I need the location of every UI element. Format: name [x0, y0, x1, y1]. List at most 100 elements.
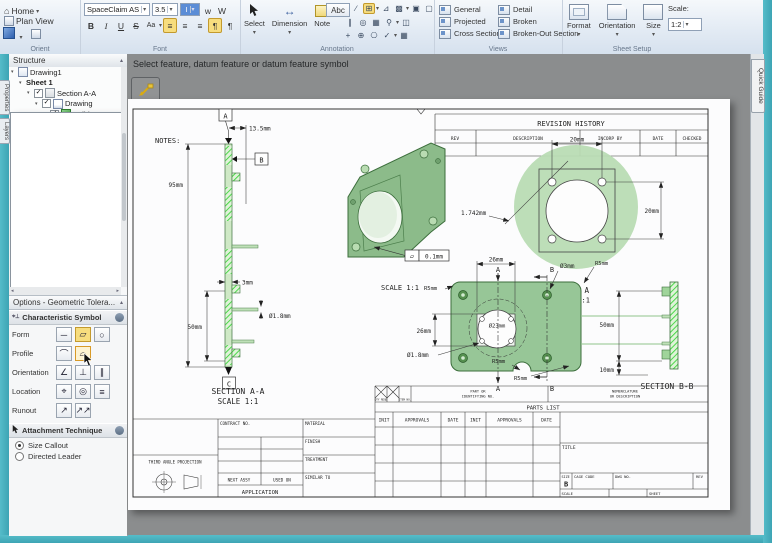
view-button-general[interactable]: General [439, 4, 501, 15]
parallelism-button[interactable]: ∥ [94, 365, 110, 380]
position-button[interactable]: ⌖ [56, 384, 72, 399]
tree-item-sheet-1[interactable]: ▾Sheet 1 [9, 78, 121, 89]
pin-icon[interactable]: ▴ [120, 299, 123, 306]
dimension-button[interactable]: ↔ Dimension▾ [270, 2, 309, 37]
chevron-down-icon[interactable]: ▾ [396, 19, 399, 26]
italic-button[interactable]: I [99, 18, 113, 33]
font-size-select[interactable]: 3.5▾ [152, 3, 178, 16]
tree-item-drawing[interactable]: ▾✓Drawing [9, 99, 121, 110]
drawing-sheet[interactable]: REVISION HISTORY REV DESCRIPTION INCORP … [128, 99, 730, 510]
view-button-cross-section[interactable]: Cross Section [439, 28, 501, 39]
dim-13-5: 13.5mm [249, 126, 271, 133]
tab-quick-guide[interactable]: Quick Guide [751, 59, 765, 113]
spin-view-icon[interactable] [31, 29, 41, 39]
uppercase-w-button[interactable]: W [216, 3, 228, 18]
chevron-down-icon[interactable]: ▾ [141, 6, 146, 13]
paragraph-direction-button[interactable]: ¶ [223, 18, 237, 33]
group-label-sheet-setup: Sheet Setup [562, 46, 702, 53]
bold-button[interactable]: B [84, 18, 98, 33]
underline-button[interactable]: U [114, 18, 128, 33]
circular-runout-button[interactable]: ↗ [56, 403, 72, 418]
expander-icon[interactable]: ▾ [19, 80, 26, 86]
strikethrough-button[interactable]: S [129, 18, 143, 33]
perpendicularity-button[interactable]: ⊥ [75, 365, 91, 380]
expander-icon[interactable]: ▾ [27, 90, 34, 96]
magnifier-icon[interactable]: ⚲ [383, 17, 395, 28]
help-icon[interactable] [115, 313, 124, 322]
chevron-down-icon[interactable]: ▾ [19, 35, 22, 41]
help-icon[interactable] [115, 426, 124, 435]
center-mark-icon[interactable]: ⊕ [355, 30, 367, 41]
visibility-checkbox[interactable]: ✓ [42, 99, 51, 108]
expander-icon[interactable]: ▾ [35, 101, 42, 107]
profile-of-line-button[interactable]: ⌒ [56, 346, 72, 361]
chevron-down-icon[interactable]: ▾ [683, 21, 688, 28]
radio-size-callout[interactable]: Size Callout [9, 440, 127, 451]
chevron-down-icon[interactable]: ▾ [167, 6, 172, 13]
grid-icon[interactable]: ▦ [398, 30, 410, 41]
nav-cube-icon[interactable] [3, 27, 15, 39]
datum-target-icon[interactable]: ◎ [357, 17, 369, 28]
straightness-button[interactable]: ─ [56, 327, 72, 342]
svg-text:NEXT ASSY: NEXT ASSY [228, 478, 251, 483]
geometric-tolerance-icon[interactable]: ⊞ [363, 3, 375, 14]
leader-icon[interactable]: ∕ [350, 3, 362, 14]
concentricity-button[interactable]: ◎ [75, 384, 91, 399]
dim-d3: Ø3mm [560, 263, 575, 270]
tab-layers[interactable]: Layers [0, 118, 10, 144]
plan-view-button[interactable]: Plan View [3, 16, 55, 26]
cut-a-top: A [496, 266, 501, 274]
tab-properties[interactable]: Properties [0, 80, 10, 115]
abc-note-button[interactable]: Abc [326, 3, 350, 17]
viewport-icon[interactable]: ◫ [400, 17, 412, 28]
window-edge-bottom [0, 535, 763, 543]
polygon-icon[interactable]: ⎔ [368, 30, 380, 41]
align-center-button[interactable]: ≡ [178, 18, 192, 33]
structure-panel-title: Structure [13, 56, 45, 65]
group-label-font: Font [80, 46, 240, 53]
lowercase-w-button[interactable]: w [202, 3, 214, 18]
expander-icon[interactable]: ▾ [11, 69, 18, 75]
chevron-down-icon[interactable]: ▾ [159, 22, 162, 29]
profile-of-surface-button[interactable]: ⌓ [75, 346, 91, 361]
chevron-down-icon[interactable]: ▾ [376, 5, 379, 12]
symmetry-button[interactable]: ≡ [94, 384, 110, 399]
chevron-down-icon[interactable]: ▾ [406, 5, 409, 12]
tree-item-drawing1[interactable]: ▾Drawing1 [9, 67, 121, 78]
radio-directed-leader[interactable]: Directed Leader [9, 451, 127, 462]
visibility-checkbox[interactable]: ✓ [34, 89, 43, 98]
angularity-button[interactable]: ∠ [56, 365, 72, 380]
select-button[interactable]: Select▾ [242, 2, 267, 37]
datum-symbol-icon[interactable]: ⊿ [380, 3, 392, 14]
crosshair-icon[interactable]: + [342, 30, 354, 41]
tree-item-section-a-a[interactable]: ▾✓Section A-A [9, 88, 121, 99]
tree-horizontal-scrollbar[interactable]: ◂▸ [9, 287, 121, 295]
drawing-canvas[interactable]: Select feature, datum feature or datum f… [127, 54, 750, 535]
align-left-button[interactable]: ≡ [163, 18, 177, 33]
total-runout-button[interactable]: ↗↗ [75, 403, 91, 418]
pin-icon[interactable]: ▴ [120, 57, 123, 64]
scroll-left-icon[interactable]: ◂ [11, 288, 14, 294]
chevron-down-icon[interactable]: ▾ [394, 32, 397, 39]
view-window-icon[interactable]: ▣ [410, 3, 422, 14]
check-icon[interactable]: ✓ [381, 30, 393, 41]
font-family-select[interactable]: SpaceClaim AS▾ [84, 3, 150, 16]
symbol-category-label: Location [12, 387, 56, 396]
flatness-button[interactable]: ▱ [75, 327, 91, 342]
section-aa-view: NOTES: A B C [155, 109, 291, 406]
size-button[interactable]: Size▾ [641, 3, 665, 39]
scale-select[interactable]: 1:2▾ [668, 18, 702, 31]
color-swatch-icon[interactable]: ▩ [393, 3, 405, 14]
align-right-button[interactable]: ≡ [193, 18, 207, 33]
svg-text:SIMILAR TO: SIMILAR TO [305, 475, 331, 480]
view-button-projected[interactable]: Projected [439, 16, 501, 27]
circularity-button[interactable]: ○ [94, 327, 110, 342]
orientation-button[interactable]: Orientation▾ [597, 3, 638, 39]
character-case-button[interactable]: Aa [144, 18, 158, 33]
scroll-right-icon[interactable]: ▸ [116, 288, 119, 294]
format-button[interactable]: Format▾ [565, 3, 593, 39]
paragraph-button[interactable]: ¶ [208, 18, 222, 33]
table-icon[interactable]: ▦ [370, 17, 382, 28]
font-color-button[interactable]: I▾ [180, 3, 200, 16]
centerline-icon[interactable]: ∥ [344, 17, 356, 28]
